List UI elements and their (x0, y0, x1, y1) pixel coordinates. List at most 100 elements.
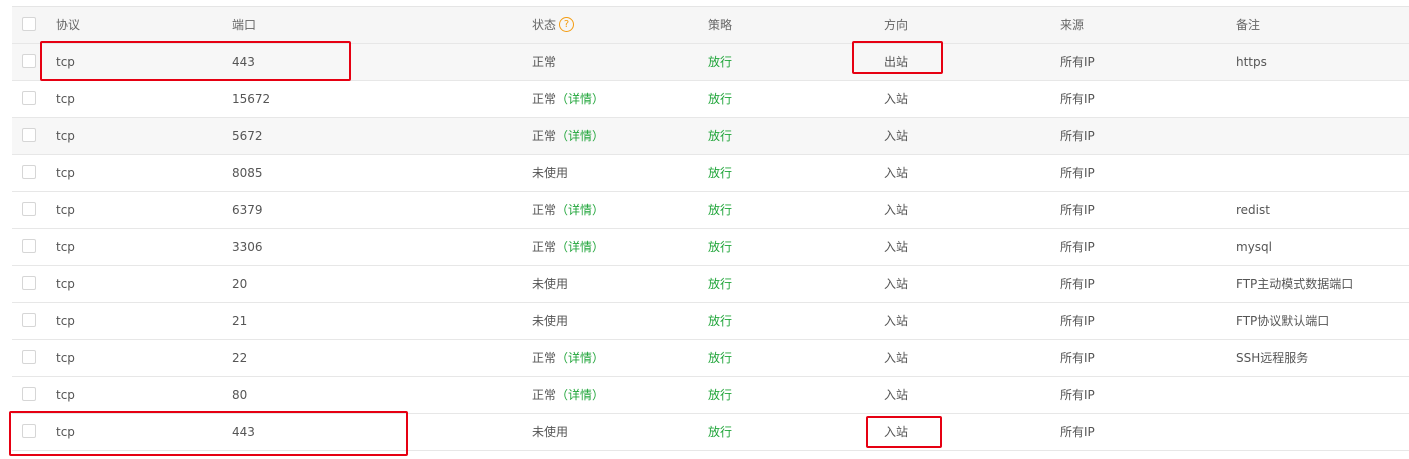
status-text: 正常 (532, 388, 557, 402)
row-checkbox[interactable] (22, 387, 36, 401)
cell-port: 443 (232, 425, 255, 439)
status-text: 正常 (532, 55, 557, 69)
row-checkbox[interactable] (22, 91, 36, 105)
header-note: 备注 (1236, 18, 1261, 32)
table-row: tcp 5672 正常（详情） 放行 入站 所有IP (12, 118, 1409, 155)
status-text: 未使用 (532, 314, 569, 328)
cell-direction: 入站 (884, 388, 909, 402)
cell-port: 15672 (232, 92, 271, 106)
cell-direction: 入站 (884, 203, 909, 217)
status-detail-link[interactable]: （详情） (556, 129, 604, 143)
cell-status: 未使用 (532, 414, 568, 450)
cell-source: 所有IP (1060, 92, 1095, 106)
status-text: 正常 (532, 129, 557, 143)
select-all-checkbox[interactable] (22, 17, 36, 31)
cell-port: 6379 (232, 203, 263, 217)
table-row: tcp 443 未使用 放行 入站 所有IP (12, 414, 1409, 451)
cell-protocol: tcp (56, 166, 75, 180)
cell-direction: 入站 (884, 314, 909, 328)
question-circle-icon[interactable]: ? (559, 17, 575, 32)
header-direction: 方向 (884, 18, 909, 32)
cell-source: 所有IP (1060, 129, 1095, 143)
cell-note: mysql (1236, 240, 1272, 254)
row-checkbox[interactable] (22, 424, 36, 438)
cell-source: 所有IP (1060, 166, 1095, 180)
cell-protocol: tcp (56, 351, 75, 365)
header-policy: 策略 (708, 18, 733, 32)
status-detail-link[interactable]: （详情） (556, 388, 604, 402)
cell-protocol: tcp (56, 129, 75, 143)
cell-source: 所有IP (1060, 277, 1095, 291)
table-row: tcp 22 正常（详情） 放行 入站 所有IP SSH远程服务 (12, 340, 1409, 377)
status-detail-link[interactable]: （详情） (556, 240, 604, 254)
cell-policy: 放行 (708, 425, 733, 439)
cell-direction: 入站 (884, 166, 909, 180)
cell-status: 正常 (532, 44, 556, 80)
cell-policy: 放行 (708, 314, 733, 328)
status-detail-link[interactable]: （详情） (556, 92, 604, 106)
cell-port: 443 (232, 55, 255, 69)
cell-note: FTP主动模式数据端口 (1236, 277, 1354, 291)
firewall-rules-table: 协议 端口 状态? 策略 方向 来源 备注 tcp 443 正常 放行 出站 所有IP ht… (12, 6, 1409, 451)
cell-port: 21 (232, 314, 248, 328)
cell-note: SSH远程服务 (1236, 351, 1309, 365)
cell-status: 正常（详情） (532, 118, 604, 154)
cell-policy: 放行 (708, 388, 733, 402)
row-checkbox[interactable] (22, 239, 36, 253)
cell-policy: 放行 (708, 166, 733, 180)
status-text: 正常 (532, 92, 557, 106)
cell-protocol: tcp (56, 388, 75, 402)
cell-source: 所有IP (1060, 425, 1095, 439)
table-row: tcp 443 正常 放行 出站 所有IP https (12, 44, 1409, 81)
status-text: 正常 (532, 351, 557, 365)
cell-direction: 入站 (884, 277, 909, 291)
header-status-label: 状态 (532, 18, 557, 32)
cell-source: 所有IP (1060, 55, 1095, 69)
cell-note: https (1236, 55, 1267, 69)
row-checkbox[interactable] (22, 202, 36, 216)
cell-source: 所有IP (1060, 351, 1095, 365)
cell-direction: 出站 (884, 55, 909, 69)
cell-source: 所有IP (1060, 240, 1095, 254)
cell-status: 未使用 (532, 266, 568, 302)
cell-protocol: tcp (56, 314, 75, 328)
table-row: tcp 80 正常（详情） 放行 入站 所有IP (12, 377, 1409, 414)
status-detail-link[interactable]: （详情） (556, 203, 604, 217)
row-checkbox[interactable] (22, 350, 36, 364)
status-text: 正常 (532, 203, 557, 217)
cell-policy: 放行 (708, 277, 733, 291)
row-checkbox[interactable] (22, 165, 36, 179)
cell-status: 正常（详情） (532, 377, 604, 413)
cell-source: 所有IP (1060, 203, 1095, 217)
header-source: 来源 (1060, 18, 1085, 32)
status-detail-link[interactable]: （详情） (556, 351, 604, 365)
cell-status: 正常（详情） (532, 81, 604, 117)
cell-policy: 放行 (708, 55, 733, 69)
cell-port: 5672 (232, 129, 263, 143)
cell-protocol: tcp (56, 203, 75, 217)
cell-protocol: tcp (56, 55, 75, 69)
cell-status: 未使用 (532, 303, 568, 339)
cell-protocol: tcp (56, 92, 75, 106)
row-checkbox[interactable] (22, 313, 36, 327)
table-row: tcp 8085 未使用 放行 入站 所有IP (12, 155, 1409, 192)
header-status: 状态? (532, 7, 575, 43)
cell-note: redist (1236, 203, 1270, 217)
row-checkbox[interactable] (22, 128, 36, 142)
cell-port: 22 (232, 351, 248, 365)
row-checkbox[interactable] (22, 54, 36, 68)
table-header: 协议 端口 状态? 策略 方向 来源 备注 (12, 7, 1409, 44)
cell-status: 正常（详情） (532, 340, 604, 376)
table-body: tcp 443 正常 放行 出站 所有IP https tcp 15672 正常（详情） 放行 入站所… (12, 44, 1409, 451)
cell-protocol: tcp (56, 277, 75, 291)
cell-protocol: tcp (56, 240, 75, 254)
cell-policy: 放行 (708, 203, 733, 217)
cell-source: 所有IP (1060, 388, 1095, 402)
row-checkbox[interactable] (22, 276, 36, 290)
cell-source: 所有IP (1060, 314, 1095, 328)
cell-policy: 放行 (708, 129, 733, 143)
header-protocol: 协议 (56, 18, 81, 32)
table-row: tcp 6379 正常（详情） 放行 入站 所有IP redist (12, 192, 1409, 229)
cell-port: 3306 (232, 240, 263, 254)
cell-status: 正常（详情） (532, 229, 604, 265)
